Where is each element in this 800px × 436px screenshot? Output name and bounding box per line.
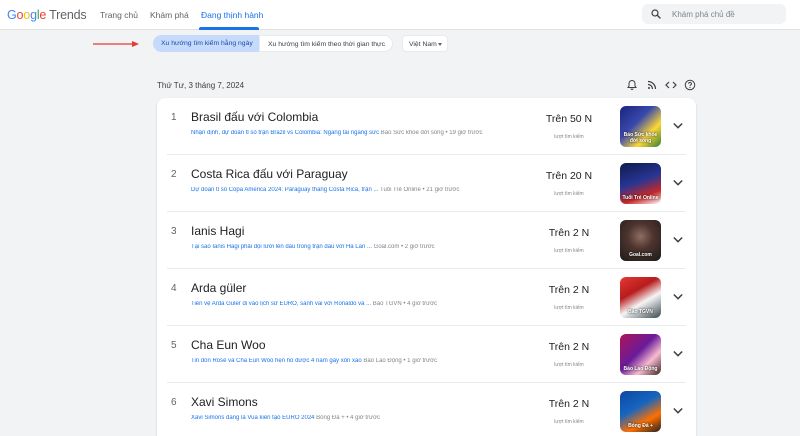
trend-rank: 1 [171,112,177,123]
trend-snippet: Tiền vệ Arda Guler đi vào lịch sử EURO, … [191,301,531,307]
embed-code-icon[interactable] [665,79,677,91]
search-volume: Trên 2 N [548,284,590,296]
search-box[interactable] [642,4,786,24]
trend-rank: 4 [171,283,177,294]
trend-thumbnail[interactable]: Bóng Đá + [620,391,661,432]
trend-snippet: Tại sao Ianis Hagi phải đội lưới lên đầu… [191,244,531,250]
article-link[interactable]: Xavi Simons đang là Vua kiến tạo EURO 20… [191,415,315,421]
article-link[interactable]: Tin đồn Rosé và Cha Eun Woo hẹn hò được … [191,358,362,364]
trend-thumbnail[interactable]: Báo TGVN [620,277,661,318]
trend-snippet: Xavi Simons đang là Vua kiến tạo EURO 20… [191,415,531,421]
trend-title[interactable]: Xavi Simons [191,395,258,409]
bell-icon[interactable] [626,79,638,91]
google-trends-logo[interactable]: Google Trends [7,8,87,22]
search-volume-label: lượt tìm kiếm [554,419,584,425]
trend-row[interactable]: 6 Xavi Simons Xavi Simons đang là Vua ki… [157,383,696,436]
search-volume-label: lượt tìm kiếm [554,305,584,311]
trend-rank: 5 [171,340,177,351]
daily-trends-tab[interactable]: Xu hướng tìm kiếm hằng ngày [153,35,259,52]
trends-wordmark: Trends [49,8,87,22]
trend-title[interactable]: Brasil đấu với Colombia [191,110,318,124]
nav-home[interactable]: Trang chủ [100,10,138,20]
help-icon[interactable] [684,79,696,91]
trends-list-card: 1 Brasil đấu với Colombia Nhận định, dự … [157,98,696,436]
country-select-label: Việt Nam [409,41,437,48]
search-volume: Trên 2 N [548,227,590,239]
thumbnail-caption: Báo Lao Động [623,366,658,372]
trend-thumbnail[interactable]: Goal.com [620,220,661,261]
article-link[interactable]: Tiền vệ Arda Guler đi vào lịch sử EURO, … [191,301,371,307]
date-heading: Thứ Tư, 3 tháng 7, 2024 [157,81,245,90]
search-volume-label: lượt tìm kiếm [554,248,584,254]
article-source: Tuổi Trẻ Online • 21 giờ trước [378,187,460,193]
trend-title[interactable]: Cha Eun Woo [191,338,266,352]
search-volume-label: lượt tìm kiếm [554,191,584,197]
trend-row[interactable]: 2 Costa Rica đấu với Paraguay Dự đoán tỉ… [157,155,696,212]
thumbnail-caption: Bóng Đá + [628,423,653,429]
expand-chevron-icon[interactable] [673,293,683,301]
expand-chevron-icon[interactable] [673,122,683,130]
trend-row[interactable]: 5 Cha Eun Woo Tin đồn Rosé và Cha Eun Wo… [157,326,696,383]
trend-snippet: Dự đoán tỉ số Copa America 2024: Paragua… [191,187,531,193]
trend-thumbnail[interactable]: Báo Sức khỏe đời sống [620,106,661,147]
trend-thumbnail[interactable]: Tuổi Trẻ Online [620,163,661,204]
trend-row[interactable]: 4 Arda güler Tiền vệ Arda Guler đi vào l… [157,269,696,326]
search-volume: Trên 50 N [545,113,593,125]
nav-explore[interactable]: Khám phá [150,10,189,20]
trend-thumbnail[interactable]: Báo Lao Động [620,334,661,375]
thumbnail-caption: Goal.com [629,252,652,258]
search-volume: Trên 2 N [548,398,590,410]
annotation-arrow [93,41,139,47]
trend-title[interactable]: Arda güler [191,281,246,295]
active-tab-indicator [199,27,259,30]
search-icon[interactable] [650,8,662,20]
trend-snippet: Nhận định, dự đoán tỉ số trận Brazil vs … [191,130,531,136]
expand-chevron-icon[interactable] [673,350,683,358]
caret-down-icon [438,43,442,46]
expand-chevron-icon[interactable] [673,407,683,415]
trend-title[interactable]: Ianis Hagi [191,224,244,238]
search-volume: Trên 2 N [548,341,590,353]
search-input[interactable] [672,7,782,21]
country-select[interactable]: Việt Nam [402,35,448,52]
thumbnail-caption: Báo Sức khỏe đời sống [623,132,658,144]
rss-icon[interactable] [646,79,658,91]
article-source: Báo TGVN • 4 giờ trước [371,301,438,307]
article-source: Bóng Đá + • 4 giờ trước [314,415,381,421]
article-source: Báo Lao Động • 1 giờ trước [361,358,438,364]
article-link[interactable]: Nhận định, dự đoán tỉ số trận Brazil vs … [191,130,379,136]
trend-row[interactable]: 3 Ianis Hagi Tại sao Ianis Hagi phải đội… [157,212,696,269]
article-source: Báo Sức khỏe đời sống • 19 giờ trước [379,130,483,136]
article-source: Goal.com • 2 giờ trước [372,244,435,250]
trend-rank: 3 [171,226,177,237]
expand-chevron-icon[interactable] [673,179,683,187]
realtime-trends-tab[interactable]: Xu hướng tìm kiếm theo thời gian thực [259,35,393,52]
trend-rank: 6 [171,397,177,408]
trend-title[interactable]: Costa Rica đấu với Paraguay [191,167,348,181]
trend-snippet: Tin đồn Rosé và Cha Eun Woo hẹn hò được … [191,358,531,364]
nav-trending[interactable]: Đang thịnh hành [201,10,263,20]
article-link[interactable]: Tại sao Ianis Hagi phải đội lưới lên đầu… [191,244,372,250]
google-wordmark: Google [7,8,47,22]
trend-row[interactable]: 1 Brasil đấu với Colombia Nhận định, dự … [157,98,696,155]
thumbnail-caption: Tuổi Trẻ Online [622,195,659,201]
thumbnail-caption: Báo TGVN [628,309,653,315]
trend-rank: 2 [171,169,177,180]
article-link[interactable]: Dự đoán tỉ số Copa America 2024: Paragua… [191,187,378,193]
top-bar: Google Trends Trang chủ Khám phá Đang thị… [0,0,800,30]
search-volume-label: lượt tìm kiếm [554,362,584,368]
expand-chevron-icon[interactable] [673,236,683,244]
search-volume: Trên 20 N [545,170,593,182]
search-volume-label: lượt tìm kiếm [554,134,584,140]
